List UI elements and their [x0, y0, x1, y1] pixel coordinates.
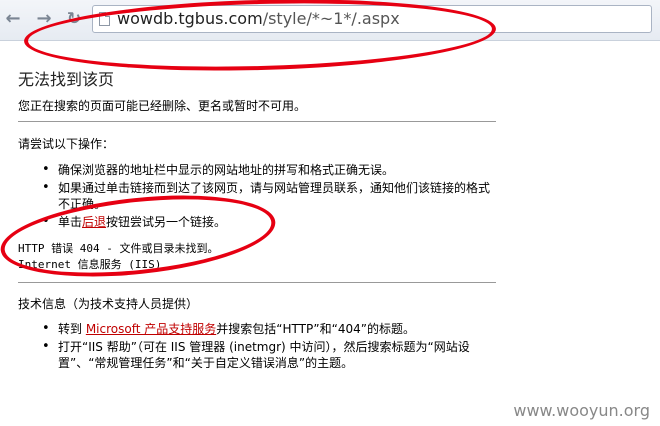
ms-support-link[interactable]: Microsoft 产品支持服务 — [86, 322, 216, 336]
error-message: HTTP 错误 404 - 文件或目录未找到。 — [18, 242, 219, 255]
watermark: www.wooyun.org — [513, 401, 650, 420]
url-text[interactable]: wowdb.tgbus.com/style/*~1*/.aspx — [117, 9, 400, 28]
list-item: 单击后退按钮尝试另一个链接。 — [42, 214, 500, 230]
list-item: 打开“IIS 帮助”（可在 IIS 管理器 (inetmgr) 中访问），然后搜… — [42, 339, 500, 371]
page-icon — [99, 12, 110, 26]
list-item: 如果通过单击链接而到达了该网页，请与网站管理员联系，通知他们该链接的格式不正确。 — [42, 180, 500, 212]
browser-toolbar: ← → ↻ wowdb.tgbus.com/style/*~1*/.aspx — [0, 0, 660, 41]
address-bar[interactable]: wowdb.tgbus.com/style/*~1*/.aspx — [92, 5, 652, 33]
reload-icon[interactable]: ↻ — [64, 9, 84, 29]
section-title-try: 请尝试以下操作： — [18, 137, 115, 151]
tech-info-list: 转到 Microsoft 产品支持服务并搜索包括“HTTP”和“404”的标题。… — [42, 321, 500, 373]
list-item: 确保浏览器的地址栏中显示的网站地址的拼写和格式正确无误。 — [42, 162, 500, 178]
item-prefix: 单击 — [58, 215, 83, 229]
divider — [18, 282, 496, 283]
server-name: Internet 信息服务 (IIS) — [18, 258, 162, 271]
item-suffix: 并搜索包括“HTTP”和“404”的标题。 — [216, 322, 415, 336]
forward-arrow-icon[interactable]: → — [34, 9, 54, 29]
item-suffix: 按钮尝试另一个链接。 — [106, 215, 227, 229]
item-prefix: 转到 — [58, 322, 86, 336]
back-arrow-icon[interactable]: ← — [3, 9, 23, 29]
section-title-tech: 技术信息（为技术支持人员提供） — [18, 297, 199, 311]
divider — [18, 121, 496, 122]
page-subtitle: 您正在搜索的页面可能已经删除、更名或暂时不可用。 — [18, 99, 307, 113]
url-host: wowdb.tgbus.com — [117, 9, 263, 28]
page-title: 无法找到该页 — [18, 70, 115, 89]
suggestion-list: 确保浏览器的地址栏中显示的网站地址的拼写和格式正确无误。 如果通过单击链接而到达… — [42, 162, 500, 232]
url-path: /style/*~1*/.aspx — [262, 9, 400, 28]
list-item: 转到 Microsoft 产品支持服务并搜索包括“HTTP”和“404”的标题。 — [42, 321, 500, 337]
back-link[interactable]: 后退 — [82, 215, 106, 229]
